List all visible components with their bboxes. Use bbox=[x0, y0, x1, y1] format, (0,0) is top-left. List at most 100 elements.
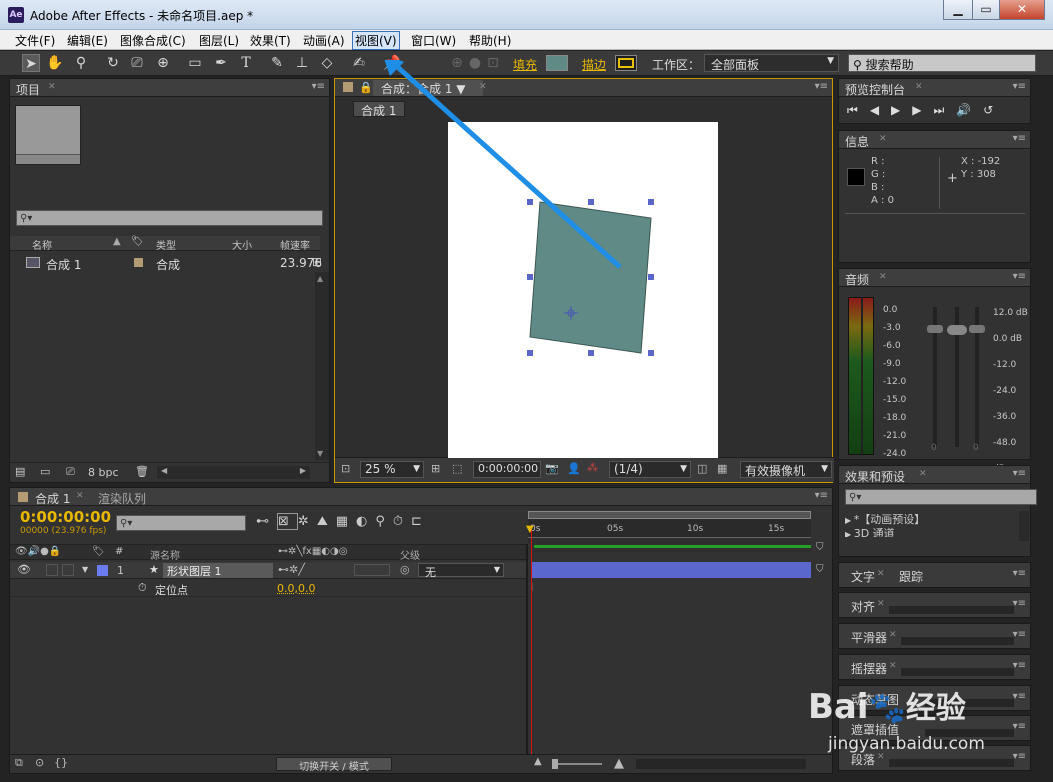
auto-keyframe-icon[interactable]: ⏱ bbox=[393, 514, 411, 529]
close-icon[interactable]: ✕ bbox=[879, 272, 887, 282]
info-tab[interactable]: 信息 bbox=[845, 133, 869, 150]
column-type[interactable]: 类型 bbox=[156, 237, 176, 252]
in-out-toggle-icon[interactable]: {} bbox=[54, 756, 68, 769]
close-icon[interactable]: ✕ bbox=[48, 82, 56, 92]
column-source-name[interactable]: 源名称 bbox=[150, 547, 180, 562]
transparency-grid-icon[interactable]: ▦ bbox=[717, 462, 727, 475]
close-icon[interactable]: ✕ bbox=[889, 661, 897, 671]
project-search-input[interactable]: ⚲▾ bbox=[16, 210, 323, 226]
stopwatch-icon[interactable]: ⏱ bbox=[138, 581, 147, 595]
column-name[interactable]: 名称 bbox=[32, 237, 52, 252]
flowchart-icon[interactable]: ⊞ bbox=[312, 255, 322, 269]
last-frame-icon[interactable]: ⏭ bbox=[934, 103, 957, 117]
menu-file[interactable]: 文件(F) bbox=[13, 32, 57, 49]
layer-duration-bar[interactable] bbox=[531, 562, 811, 578]
panel-menu-icon[interactable]: ▾≡ bbox=[312, 81, 325, 92]
minimize-button[interactable]: ▁ bbox=[943, 0, 973, 20]
transfer-controls-toggle-icon[interactable]: ⊙ bbox=[35, 756, 44, 769]
smoother-tab[interactable]: 平滑器 bbox=[851, 629, 887, 646]
layer-switches-toggle-icon[interactable]: ⧉ bbox=[15, 756, 23, 770]
layer-switch-controls[interactable]: ⊷✲╱ bbox=[278, 563, 305, 576]
layer-name[interactable]: 形状图层 1 bbox=[163, 563, 273, 578]
effects-search-input[interactable]: ⚲▾ bbox=[845, 489, 1037, 505]
comp-marker-icon[interactable]: ⛉ bbox=[816, 542, 824, 553]
zoom-out-icon[interactable]: ▲ bbox=[534, 756, 542, 767]
effects-tab[interactable]: 效果和预设 bbox=[845, 468, 905, 485]
interpret-footage-icon[interactable]: ▤ bbox=[15, 465, 25, 478]
hide-shy-layers-icon[interactable]: ⛰ bbox=[317, 514, 336, 529]
search-help-input[interactable]: ⚲ 搜索帮助 bbox=[848, 54, 1036, 72]
close-icon[interactable]: ✕ bbox=[877, 599, 885, 609]
work-area-bar[interactable] bbox=[528, 511, 811, 519]
frame-blending-icon[interactable]: ▦ bbox=[336, 514, 356, 529]
solo-toggle[interactable] bbox=[46, 564, 58, 576]
panel-menu-icon[interactable]: ▾≡ bbox=[1013, 271, 1026, 282]
toggle-switches-modes-button[interactable]: 切换开关 / 模式 bbox=[276, 757, 392, 773]
timeline-search-input[interactable]: ⚲▾ bbox=[116, 515, 246, 531]
close-icon[interactable]: ✕ bbox=[879, 134, 887, 144]
next-frame-icon[interactable]: ▶ bbox=[912, 103, 933, 117]
column-fps[interactable]: 帧速率 bbox=[280, 237, 310, 252]
layer-marker-icon[interactable]: ⛉ bbox=[816, 564, 824, 575]
timeline-current-time[interactable]: 0:00:00:00 bbox=[20, 508, 111, 526]
timeline-comp-tab[interactable]: 合成 1 bbox=[35, 490, 70, 507]
clone-stamp-tool-icon[interactable]: ⊥ bbox=[293, 54, 311, 72]
expand-triangle-icon[interactable]: ▼ bbox=[82, 565, 88, 574]
panel-menu-icon[interactable]: ▾≡ bbox=[1013, 751, 1026, 762]
menu-window[interactable]: 窗口(W) bbox=[409, 32, 458, 49]
panel-menu-icon[interactable]: ▾≡ bbox=[815, 490, 828, 501]
lock-toggle[interactable] bbox=[62, 564, 74, 576]
workspace-dropdown[interactable]: 全部面板 ▼ bbox=[704, 54, 839, 72]
panel-menu-icon[interactable]: ▾≡ bbox=[815, 81, 828, 92]
close-icon[interactable]: ✕ bbox=[915, 82, 923, 92]
panel-menu-icon[interactable]: ▾≡ bbox=[1013, 629, 1026, 640]
first-frame-icon[interactable]: ⏮ bbox=[847, 103, 870, 117]
audio-tab[interactable]: 音频 bbox=[845, 271, 869, 288]
region-of-interest-icon[interactable]: ◫ bbox=[697, 462, 707, 475]
close-icon[interactable]: ✕ bbox=[919, 469, 927, 479]
bit-depth-label[interactable]: 8 bpc bbox=[88, 466, 119, 479]
timeline-h-scrollbar[interactable] bbox=[636, 759, 806, 769]
loop-icon[interactable]: ↺ bbox=[983, 103, 1005, 117]
tracker-tab[interactable]: 跟踪 bbox=[899, 568, 923, 585]
visibility-eye-icon[interactable]: 👁 bbox=[17, 563, 31, 576]
brush-tool-icon[interactable]: ✎ bbox=[268, 54, 286, 72]
align-tab[interactable]: 对齐 bbox=[851, 598, 875, 615]
audio-icon[interactable]: 🔊 bbox=[956, 103, 983, 117]
panel-menu-icon[interactable]: ▾≡ bbox=[1013, 468, 1026, 479]
project-h-scrollbar[interactable]: ◀ ▶ bbox=[157, 466, 310, 479]
menu-edit[interactable]: 编辑(E) bbox=[65, 32, 110, 49]
panel-menu-icon[interactable]: ▾≡ bbox=[1013, 81, 1026, 92]
motion-blur-icon[interactable]: ◐ bbox=[356, 514, 375, 529]
trash-icon[interactable]: 🗑 bbox=[135, 465, 149, 478]
panel-menu-icon[interactable]: ▾≡ bbox=[1013, 721, 1026, 732]
audio-right-slider[interactable] bbox=[969, 307, 985, 447]
camera-tool-icon[interactable]: ⎚ bbox=[128, 54, 146, 72]
project-tab[interactable]: 项目 bbox=[16, 81, 40, 98]
panel-menu-icon[interactable]: ▾≡ bbox=[1013, 598, 1026, 609]
timeline-zoom-slider[interactable] bbox=[552, 759, 602, 769]
menu-effect[interactable]: 效果(T) bbox=[248, 32, 293, 49]
preview-tab[interactable]: 预览控制台 bbox=[845, 81, 905, 98]
playhead-handle-icon[interactable]: ▼ bbox=[526, 524, 534, 535]
parent-dropdown[interactable]: 无 ▼ bbox=[418, 563, 504, 579]
brainstorm-icon[interactable]: ⚲ bbox=[375, 514, 393, 529]
audio-master-slider[interactable] bbox=[947, 307, 967, 447]
maximize-button[interactable]: ▭ bbox=[972, 0, 1000, 20]
mask-visibility-icon[interactable]: ⬚ bbox=[452, 462, 462, 475]
always-preview-icon[interactable]: ⊡ bbox=[341, 462, 350, 475]
wiggler-tab[interactable]: 摇摆器 bbox=[851, 660, 887, 677]
draft-3d-icon[interactable]: ✲ bbox=[298, 514, 317, 529]
new-folder-icon[interactable]: ▭ bbox=[40, 465, 50, 478]
project-scrollbar[interactable]: ▲ ▼ bbox=[315, 272, 329, 460]
prev-frame-icon[interactable]: ◀ bbox=[870, 103, 891, 117]
menu-help[interactable]: 帮助(H) bbox=[467, 32, 513, 49]
panel-menu-icon[interactable]: ▾≡ bbox=[1013, 568, 1026, 579]
layer-label-color[interactable] bbox=[97, 565, 108, 576]
show-snapshot-icon[interactable]: 👤 bbox=[567, 462, 581, 475]
title-safe-icon[interactable]: ⊞ bbox=[431, 462, 440, 475]
live-update-icon[interactable]: ⊠ bbox=[277, 513, 298, 530]
zoom-tool-icon[interactable]: ⚲ bbox=[72, 54, 90, 72]
resolution-dropdown[interactable]: (1/4) ▼ bbox=[609, 461, 691, 478]
graph-editor-icon[interactable]: ⊏ bbox=[411, 514, 430, 529]
